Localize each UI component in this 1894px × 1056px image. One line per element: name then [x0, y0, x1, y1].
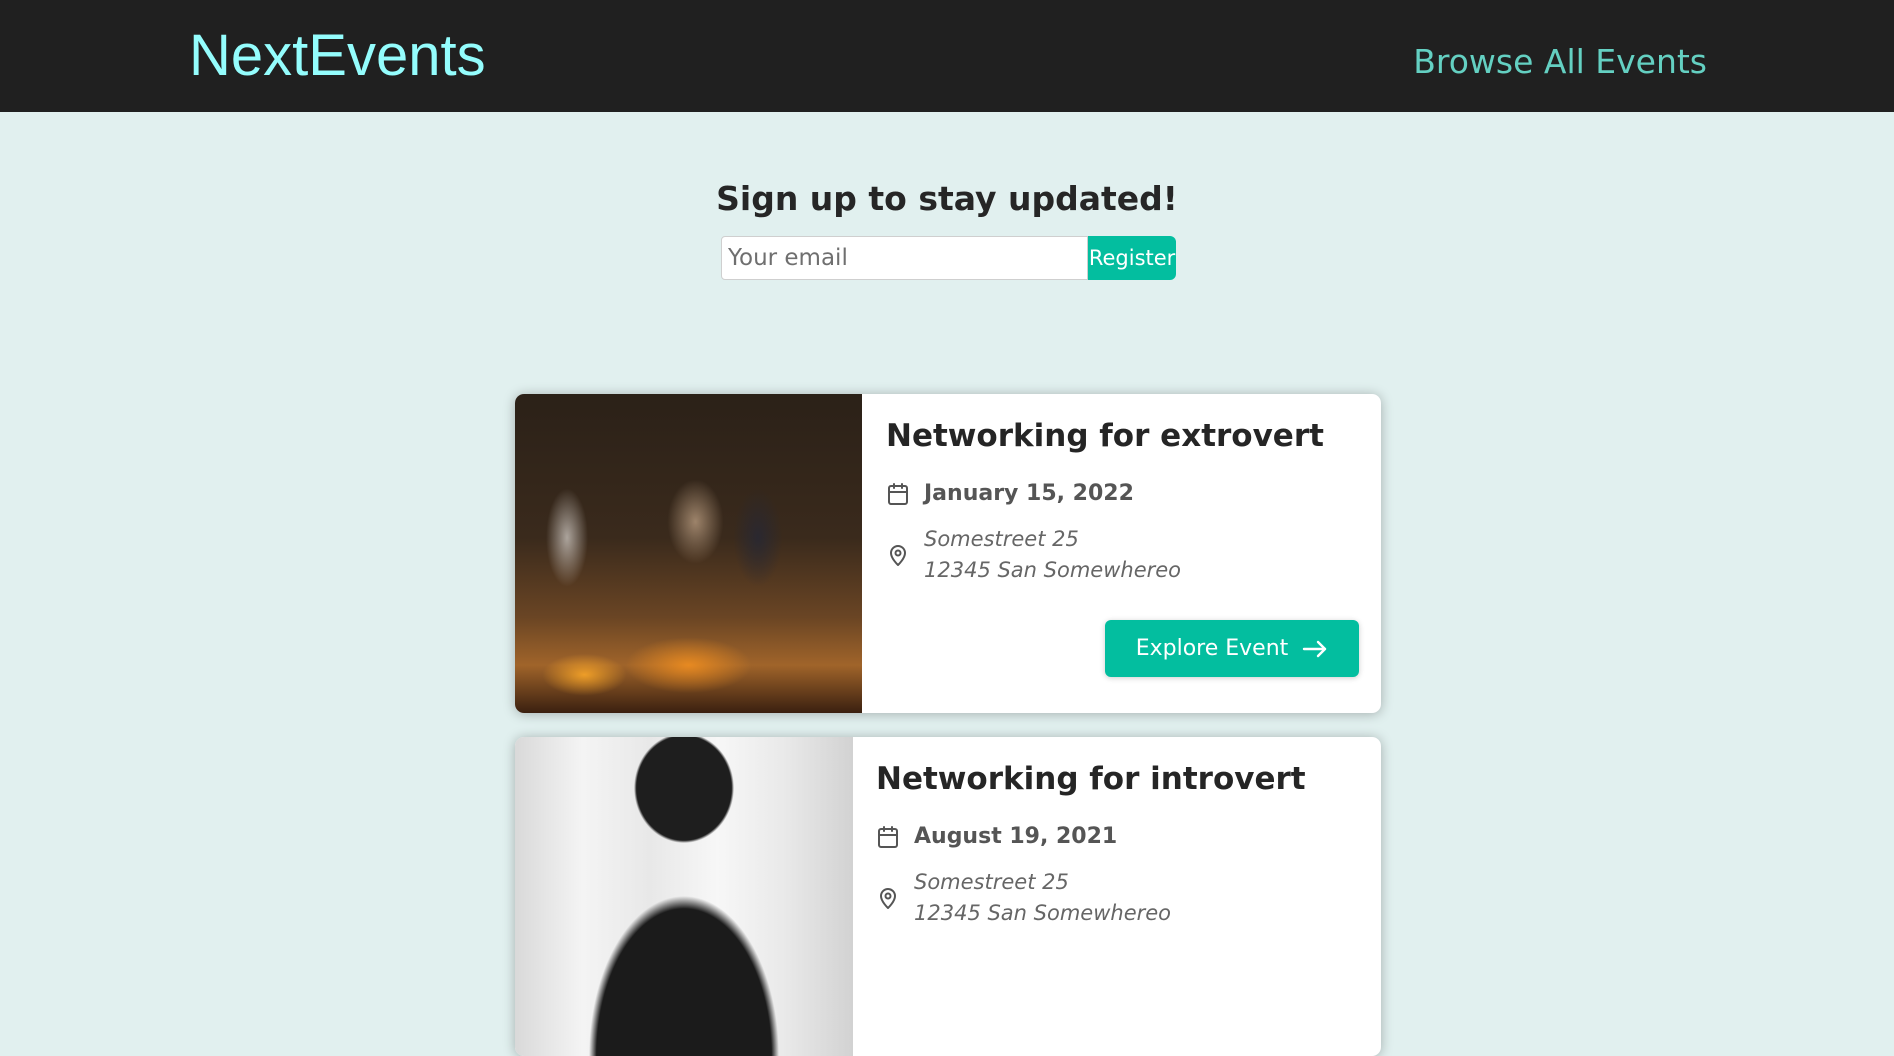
explore-event-button[interactable]: Explore Event: [1105, 620, 1359, 677]
map-pin-icon: [876, 886, 900, 910]
event-address: Somestreet 25 12345 San Somewhereo: [886, 524, 1181, 586]
address-line-1: Somestreet 25: [924, 527, 1079, 551]
event-card-content: Networking for extrovert January 15, 202…: [862, 394, 1381, 713]
map-pin-icon: [886, 543, 910, 567]
event-address-text: Somestreet 25 12345 San Somewhereo: [914, 867, 1171, 929]
event-address: Somestreet 25 12345 San Somewhereo: [876, 867, 1171, 929]
address-line-1: Somestreet 25: [914, 870, 1069, 894]
event-title: Networking for extrovert: [886, 418, 1324, 454]
event-card: Networking for extrovert January 15, 202…: [515, 394, 1381, 713]
calendar-icon: [886, 482, 910, 506]
address-line-2: 12345 San Somewhereo: [924, 558, 1182, 582]
event-title: Networking for introvert: [876, 761, 1306, 797]
event-date-text: August 19, 2021: [914, 824, 1118, 849]
event-date: August 19, 2021: [876, 823, 1117, 851]
explore-event-label: Explore Event: [1135, 636, 1289, 661]
event-image: [515, 737, 853, 1056]
browse-all-events-link[interactable]: Browse All Events: [1413, 42, 1707, 82]
signup-title: Sign up to stay updated!: [716, 179, 1178, 218]
register-button[interactable]: Register: [1088, 236, 1176, 280]
site-header: NextEvents Browse All Events: [0, 0, 1894, 112]
event-card: Networking for introvert August 19, 2021…: [515, 737, 1381, 1056]
event-card-content: Networking for introvert August 19, 2021…: [853, 737, 1381, 1056]
calendar-icon: [876, 825, 900, 849]
event-address-text: Somestreet 25 12345 San Somewhereo: [924, 524, 1181, 586]
arrow-right-icon: [1302, 639, 1328, 659]
event-date: January 15, 2022: [886, 480, 1134, 508]
site-logo[interactable]: NextEvents: [189, 22, 486, 90]
event-date-text: January 15, 2022: [924, 481, 1134, 506]
event-image: [515, 394, 862, 713]
signup-form: Register: [721, 236, 1176, 280]
email-input[interactable]: [721, 236, 1089, 280]
address-line-2: 12345 San Somewhereo: [914, 901, 1172, 925]
